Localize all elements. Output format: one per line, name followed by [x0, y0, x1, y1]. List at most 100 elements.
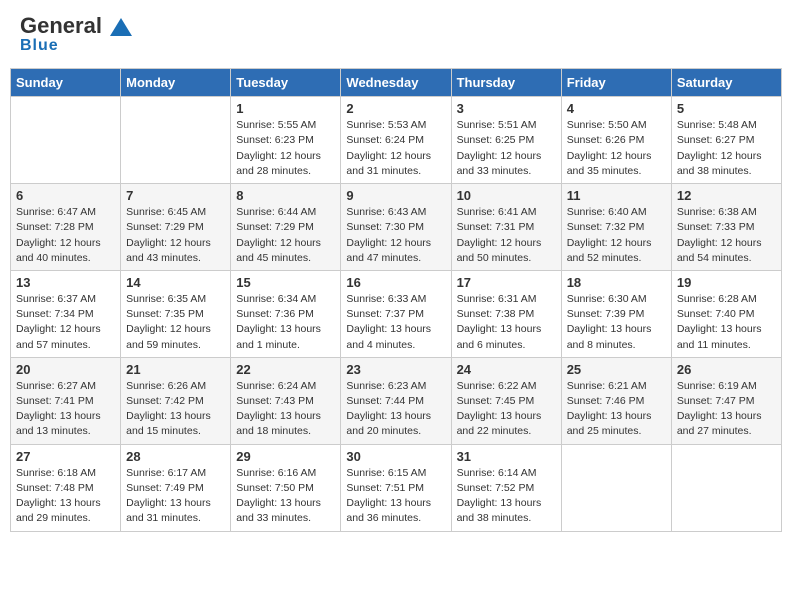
- day-detail: Sunrise: 6:26 AM Sunset: 7:42 PM Dayligh…: [126, 379, 225, 440]
- day-detail: Sunrise: 6:16 AM Sunset: 7:50 PM Dayligh…: [236, 466, 335, 527]
- day-number: 2: [346, 101, 445, 116]
- day-number: 17: [457, 275, 556, 290]
- day-detail: Sunrise: 6:35 AM Sunset: 7:35 PM Dayligh…: [126, 292, 225, 353]
- calendar-week-row: 6 Sunrise: 6:47 AM Sunset: 7:28 PM Daylig…: [11, 184, 782, 271]
- logo-triangle-icon: [110, 17, 132, 37]
- calendar-cell: 30 Sunrise: 6:15 AM Sunset: 7:51 PM Dayli…: [341, 444, 451, 531]
- calendar-cell: 27Sunrise: 6:18 AM Sunset: 7:48 PM Dayli…: [11, 444, 121, 531]
- day-detail: Sunrise: 6:47 AM Sunset: 7:28 PM Dayligh…: [16, 205, 115, 266]
- day-number: 5: [677, 101, 776, 116]
- day-detail: Sunrise: 5:53 AM Sunset: 6:24 PM Dayligh…: [346, 118, 445, 179]
- day-detail: Sunrise: 6:21 AM Sunset: 7:46 PM Dayligh…: [567, 379, 666, 440]
- calendar-cell: 31 Sunrise: 6:14 AM Sunset: 7:52 PM Dayli…: [451, 444, 561, 531]
- calendar-cell: 21 Sunrise: 6:26 AM Sunset: 7:42 PM Dayli…: [121, 357, 231, 444]
- calendar-header-friday: Friday: [561, 69, 671, 97]
- day-detail: Sunrise: 6:17 AM Sunset: 7:49 PM Dayligh…: [126, 466, 225, 527]
- day-detail: Sunrise: 6:22 AM Sunset: 7:45 PM Dayligh…: [457, 379, 556, 440]
- calendar-cell: 28 Sunrise: 6:17 AM Sunset: 7:49 PM Dayli…: [121, 444, 231, 531]
- day-detail: Sunrise: 6:28 AM Sunset: 7:40 PM Dayligh…: [677, 292, 776, 353]
- day-detail: Sunrise: 5:51 AM Sunset: 6:25 PM Dayligh…: [457, 118, 556, 179]
- day-number: 13: [16, 275, 115, 290]
- day-number: 16: [346, 275, 445, 290]
- day-detail: Sunrise: 6:31 AM Sunset: 7:38 PM Dayligh…: [457, 292, 556, 353]
- calendar-cell: 4 Sunrise: 5:50 AM Sunset: 6:26 PM Daylig…: [561, 97, 671, 184]
- logo-blue: Blue: [20, 37, 59, 54]
- calendar-header-saturday: Saturday: [671, 69, 781, 97]
- day-detail: Sunrise: 6:40 AM Sunset: 7:32 PM Dayligh…: [567, 205, 666, 266]
- day-number: 3: [457, 101, 556, 116]
- calendar-cell: [671, 444, 781, 531]
- day-detail: Sunrise: 6:23 AM Sunset: 7:44 PM Dayligh…: [346, 379, 445, 440]
- calendar-cell: 15Sunrise: 6:34 AM Sunset: 7:36 PM Dayli…: [231, 270, 341, 357]
- day-detail: Sunrise: 6:30 AM Sunset: 7:39 PM Dayligh…: [567, 292, 666, 353]
- day-number: 11: [567, 188, 666, 203]
- header: General Blue: [10, 10, 782, 60]
- day-detail: Sunrise: 5:55 AM Sunset: 6:23 PM Dayligh…: [236, 118, 335, 179]
- calendar-cell: 16 Sunrise: 6:33 AM Sunset: 7:37 PM Dayli…: [341, 270, 451, 357]
- day-number: 4: [567, 101, 666, 116]
- calendar-cell: 14 Sunrise: 6:35 AM Sunset: 7:35 PM Dayli…: [121, 270, 231, 357]
- calendar-cell: 19Sunrise: 6:28 AM Sunset: 7:40 PM Dayli…: [671, 270, 781, 357]
- calendar-cell: 7Sunrise: 6:45 AM Sunset: 7:29 PM Daylig…: [121, 184, 231, 271]
- calendar-header-tuesday: Tuesday: [231, 69, 341, 97]
- calendar-header-sunday: Sunday: [11, 69, 121, 97]
- day-number: 25: [567, 362, 666, 377]
- calendar-cell: 9Sunrise: 6:43 AM Sunset: 7:30 PM Daylig…: [341, 184, 451, 271]
- calendar-cell: 3 Sunrise: 5:51 AM Sunset: 6:25 PM Daylig…: [451, 97, 561, 184]
- day-detail: Sunrise: 6:33 AM Sunset: 7:37 PM Dayligh…: [346, 292, 445, 353]
- calendar-cell: 11 Sunrise: 6:40 AM Sunset: 7:32 PM Dayli…: [561, 184, 671, 271]
- calendar-cell: 22 Sunrise: 6:24 AM Sunset: 7:43 PM Dayli…: [231, 357, 341, 444]
- day-detail: Sunrise: 6:38 AM Sunset: 7:33 PM Dayligh…: [677, 205, 776, 266]
- day-detail: Sunrise: 5:50 AM Sunset: 6:26 PM Dayligh…: [567, 118, 666, 179]
- day-number: 6: [16, 188, 115, 203]
- calendar-header-thursday: Thursday: [451, 69, 561, 97]
- day-number: 24: [457, 362, 556, 377]
- calendar-table: SundayMondayTuesdayWednesdayThursdayFrid…: [10, 68, 782, 531]
- day-detail: Sunrise: 6:34 AM Sunset: 7:36 PM Dayligh…: [236, 292, 335, 353]
- day-number: 23: [346, 362, 445, 377]
- day-number: 30: [346, 449, 445, 464]
- day-detail: Sunrise: 5:48 AM Sunset: 6:27 PM Dayligh…: [677, 118, 776, 179]
- day-detail: Sunrise: 6:44 AM Sunset: 7:29 PM Dayligh…: [236, 205, 335, 266]
- calendar-cell: 2 Sunrise: 5:53 AM Sunset: 6:24 PM Daylig…: [341, 97, 451, 184]
- calendar-header-row: SundayMondayTuesdayWednesdayThursdayFrid…: [11, 69, 782, 97]
- day-detail: Sunrise: 6:14 AM Sunset: 7:52 PM Dayligh…: [457, 466, 556, 527]
- calendar-cell: 24 Sunrise: 6:22 AM Sunset: 7:45 PM Dayli…: [451, 357, 561, 444]
- day-number: 18: [567, 275, 666, 290]
- logo: General Blue: [20, 15, 132, 55]
- calendar-cell: 20Sunrise: 6:27 AM Sunset: 7:41 PM Dayli…: [11, 357, 121, 444]
- day-number: 12: [677, 188, 776, 203]
- day-detail: Sunrise: 6:43 AM Sunset: 7:30 PM Dayligh…: [346, 205, 445, 266]
- day-number: 26: [677, 362, 776, 377]
- day-number: 28: [126, 449, 225, 464]
- day-number: 27: [16, 449, 115, 464]
- calendar-header-wednesday: Wednesday: [341, 69, 451, 97]
- calendar-cell: 6 Sunrise: 6:47 AM Sunset: 7:28 PM Daylig…: [11, 184, 121, 271]
- day-number: 22: [236, 362, 335, 377]
- day-detail: Sunrise: 6:19 AM Sunset: 7:47 PM Dayligh…: [677, 379, 776, 440]
- day-number: 21: [126, 362, 225, 377]
- calendar-cell: 25 Sunrise: 6:21 AM Sunset: 7:46 PM Dayli…: [561, 357, 671, 444]
- calendar-cell: 8Sunrise: 6:44 AM Sunset: 7:29 PM Daylig…: [231, 184, 341, 271]
- day-detail: Sunrise: 6:37 AM Sunset: 7:34 PM Dayligh…: [16, 292, 115, 353]
- calendar-cell: [11, 97, 121, 184]
- day-number: 14: [126, 275, 225, 290]
- day-number: 1: [236, 101, 335, 116]
- day-number: 20: [16, 362, 115, 377]
- day-number: 10: [457, 188, 556, 203]
- calendar-week-row: 13 Sunrise: 6:37 AM Sunset: 7:34 PM Dayli…: [11, 270, 782, 357]
- calendar-week-row: 20Sunrise: 6:27 AM Sunset: 7:41 PM Dayli…: [11, 357, 782, 444]
- calendar-cell: 5 Sunrise: 5:48 AM Sunset: 6:27 PM Daylig…: [671, 97, 781, 184]
- calendar-cell: 17 Sunrise: 6:31 AM Sunset: 7:38 PM Dayli…: [451, 270, 561, 357]
- day-detail: Sunrise: 6:24 AM Sunset: 7:43 PM Dayligh…: [236, 379, 335, 440]
- day-number: 29: [236, 449, 335, 464]
- calendar-week-row: 1 Sunrise: 5:55 AM Sunset: 6:23 PM Daylig…: [11, 97, 782, 184]
- calendar-cell: 1 Sunrise: 5:55 AM Sunset: 6:23 PM Daylig…: [231, 97, 341, 184]
- calendar-week-row: 27Sunrise: 6:18 AM Sunset: 7:48 PM Dayli…: [11, 444, 782, 531]
- day-detail: Sunrise: 6:41 AM Sunset: 7:31 PM Dayligh…: [457, 205, 556, 266]
- day-number: 31: [457, 449, 556, 464]
- calendar-cell: 26 Sunrise: 6:19 AM Sunset: 7:47 PM Dayli…: [671, 357, 781, 444]
- calendar-cell: [121, 97, 231, 184]
- calendar-header-monday: Monday: [121, 69, 231, 97]
- day-detail: Sunrise: 6:15 AM Sunset: 7:51 PM Dayligh…: [346, 466, 445, 527]
